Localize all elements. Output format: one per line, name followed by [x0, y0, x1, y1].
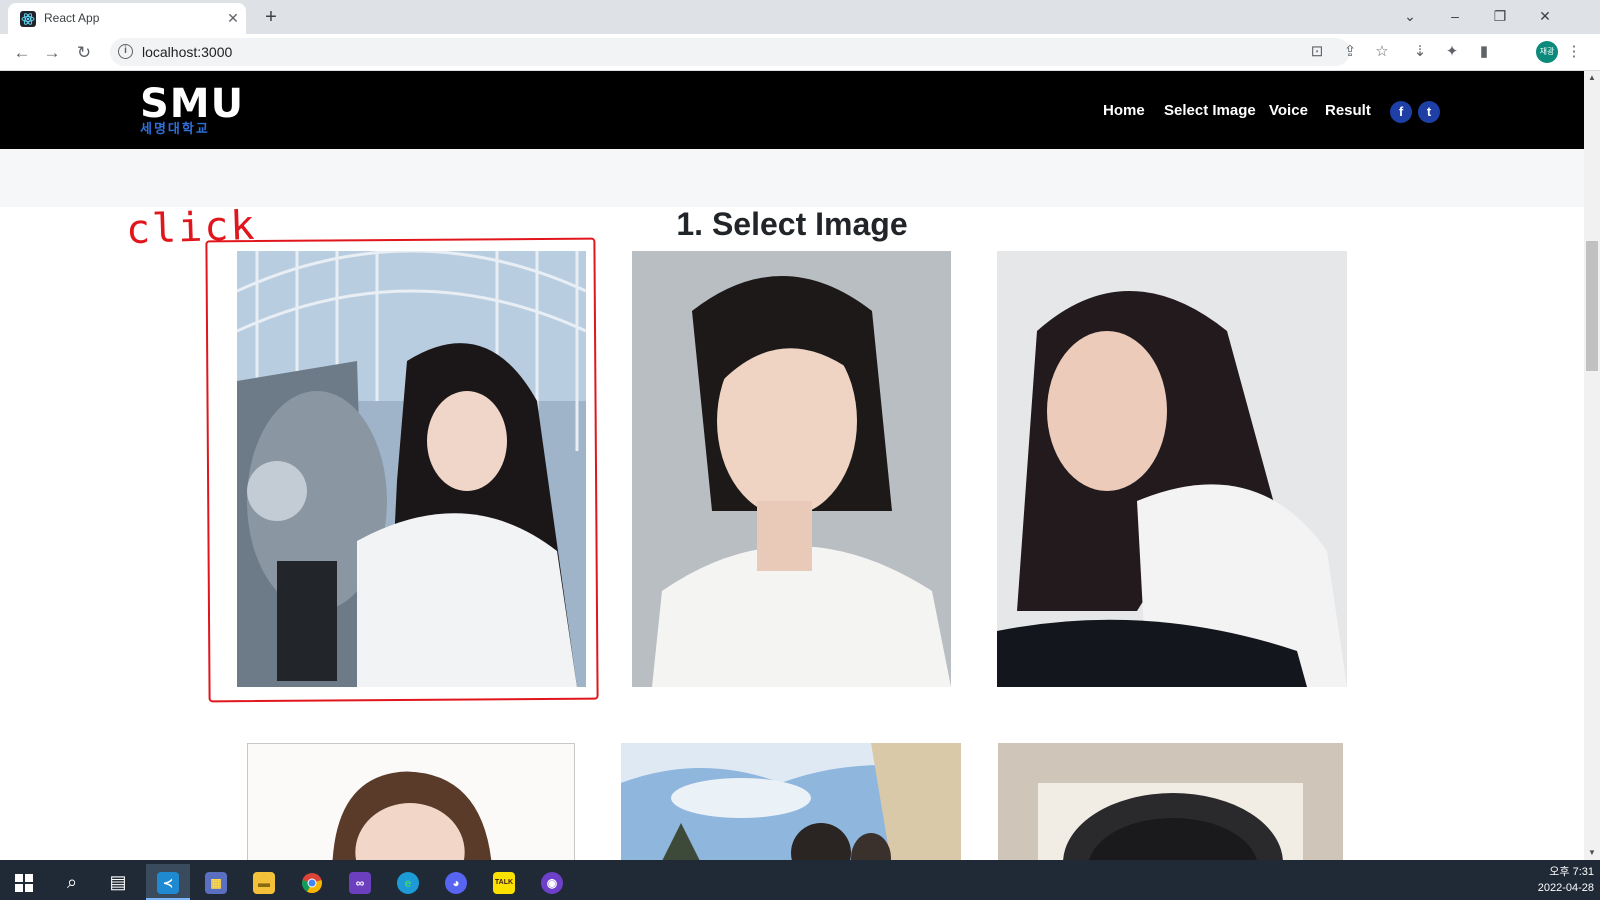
- reload-icon[interactable]: ↻: [72, 41, 96, 65]
- forward-arrow-icon[interactable]: →: [40, 41, 64, 65]
- browser-tab[interactable]: React App ✕: [8, 3, 246, 34]
- site-header: SMU 세명대학교 Home Select Image Voice Result…: [0, 71, 1584, 149]
- tab-title: React App: [44, 11, 100, 25]
- annotation-highlight-box: [205, 237, 599, 703]
- chrome-icon[interactable]: [290, 864, 334, 900]
- more-vert-icon[interactable]: ⋮: [1564, 42, 1584, 62]
- address-bar[interactable]: i localhost:3000: [110, 38, 1350, 66]
- clock-date: 2022-04-28: [1537, 882, 1594, 894]
- translate-icon[interactable]: ⊡: [1307, 42, 1327, 62]
- url-text[interactable]: localhost:3000: [142, 44, 232, 60]
- side-panel-icon[interactable]: ▮: [1474, 42, 1494, 62]
- facebook-icon[interactable]: f: [1390, 101, 1412, 123]
- os-taskbar: ⌕ ▤ ≺ ▦ ▬ ∞ e ◕ TALK ◉ 오후 7:31 2022-04-2…: [0, 860, 1600, 900]
- photo-option-6[interactable]: [998, 743, 1343, 860]
- file-explorer-icon[interactable]: ▬: [242, 864, 286, 900]
- site-logo[interactable]: SMU 세명대학교: [140, 81, 245, 139]
- annotation-click-text: click: [125, 202, 258, 254]
- logo-main-text: SMU: [140, 81, 245, 127]
- tab-close-icon[interactable]: ✕: [224, 9, 242, 27]
- browser-toolbar: ← → ↻ i localhost:3000 ⊡ ⇪ ☆ ⇣ ✦ ▮ 재광 ⋮: [0, 34, 1600, 71]
- site-info-icon[interactable]: i: [118, 44, 133, 59]
- discord-icon[interactable]: ◕: [434, 864, 478, 900]
- bookmark-star-icon[interactable]: ☆: [1372, 42, 1392, 62]
- new-tab-button[interactable]: +: [258, 4, 284, 30]
- close-window-button[interactable]: ✕: [1525, 4, 1565, 28]
- scroll-down-arrow-icon[interactable]: ▼: [1584, 846, 1600, 860]
- back-arrow-icon[interactable]: ←: [10, 41, 34, 65]
- vscode-icon[interactable]: ≺: [146, 864, 190, 900]
- photo-option-3[interactable]: [997, 251, 1347, 687]
- react-favicon-icon: [20, 11, 36, 27]
- system-clock[interactable]: 오후 7:31 2022-04-28: [1510, 864, 1594, 896]
- edge-icon[interactable]: e: [386, 864, 430, 900]
- kakaotalk-icon[interactable]: TALK: [482, 864, 526, 900]
- nav-link-select-image[interactable]: Select Image: [1164, 102, 1256, 119]
- nav-link-result[interactable]: Result: [1325, 102, 1371, 119]
- windows-start-icon[interactable]: [2, 864, 46, 900]
- visual-studio-icon[interactable]: ∞: [338, 864, 382, 900]
- photo-option-2[interactable]: [632, 251, 951, 687]
- share-icon[interactable]: ⇪: [1340, 42, 1360, 62]
- task-view-icon[interactable]: ▤: [96, 864, 140, 900]
- nav-link-home[interactable]: Home: [1103, 102, 1145, 119]
- photo-option-5[interactable]: [621, 743, 961, 860]
- nav-link-voice[interactable]: Voice: [1269, 102, 1308, 119]
- browser-tab-strip: React App ✕ + ⌄ – ❐ ✕: [0, 0, 1600, 34]
- scrollbar-thumb[interactable]: [1586, 241, 1598, 371]
- extension-pin-icon[interactable]: ⇣: [1410, 42, 1430, 62]
- network-tool-icon[interactable]: ▦: [194, 864, 238, 900]
- hero-band: [0, 149, 1584, 207]
- photo-option-4[interactable]: [247, 743, 575, 860]
- page-scrollbar[interactable]: ▲ ▼: [1584, 71, 1600, 860]
- twitter-icon[interactable]: t: [1418, 101, 1440, 123]
- puzzle-extensions-icon[interactable]: ✦: [1442, 42, 1462, 62]
- github-icon[interactable]: ◉: [530, 864, 574, 900]
- clock-time: 오후 7:31: [1549, 866, 1594, 878]
- tab-search-icon[interactable]: ⌄: [1390, 4, 1430, 28]
- scroll-up-arrow-icon[interactable]: ▲: [1584, 71, 1600, 85]
- search-icon[interactable]: ⌕: [50, 864, 94, 900]
- page-viewport: SMU 세명대학교 Home Select Image Voice Result…: [0, 71, 1584, 860]
- minimize-button[interactable]: –: [1435, 4, 1475, 28]
- profile-avatar[interactable]: 재광: [1536, 41, 1558, 63]
- restore-button[interactable]: ❐: [1480, 4, 1520, 28]
